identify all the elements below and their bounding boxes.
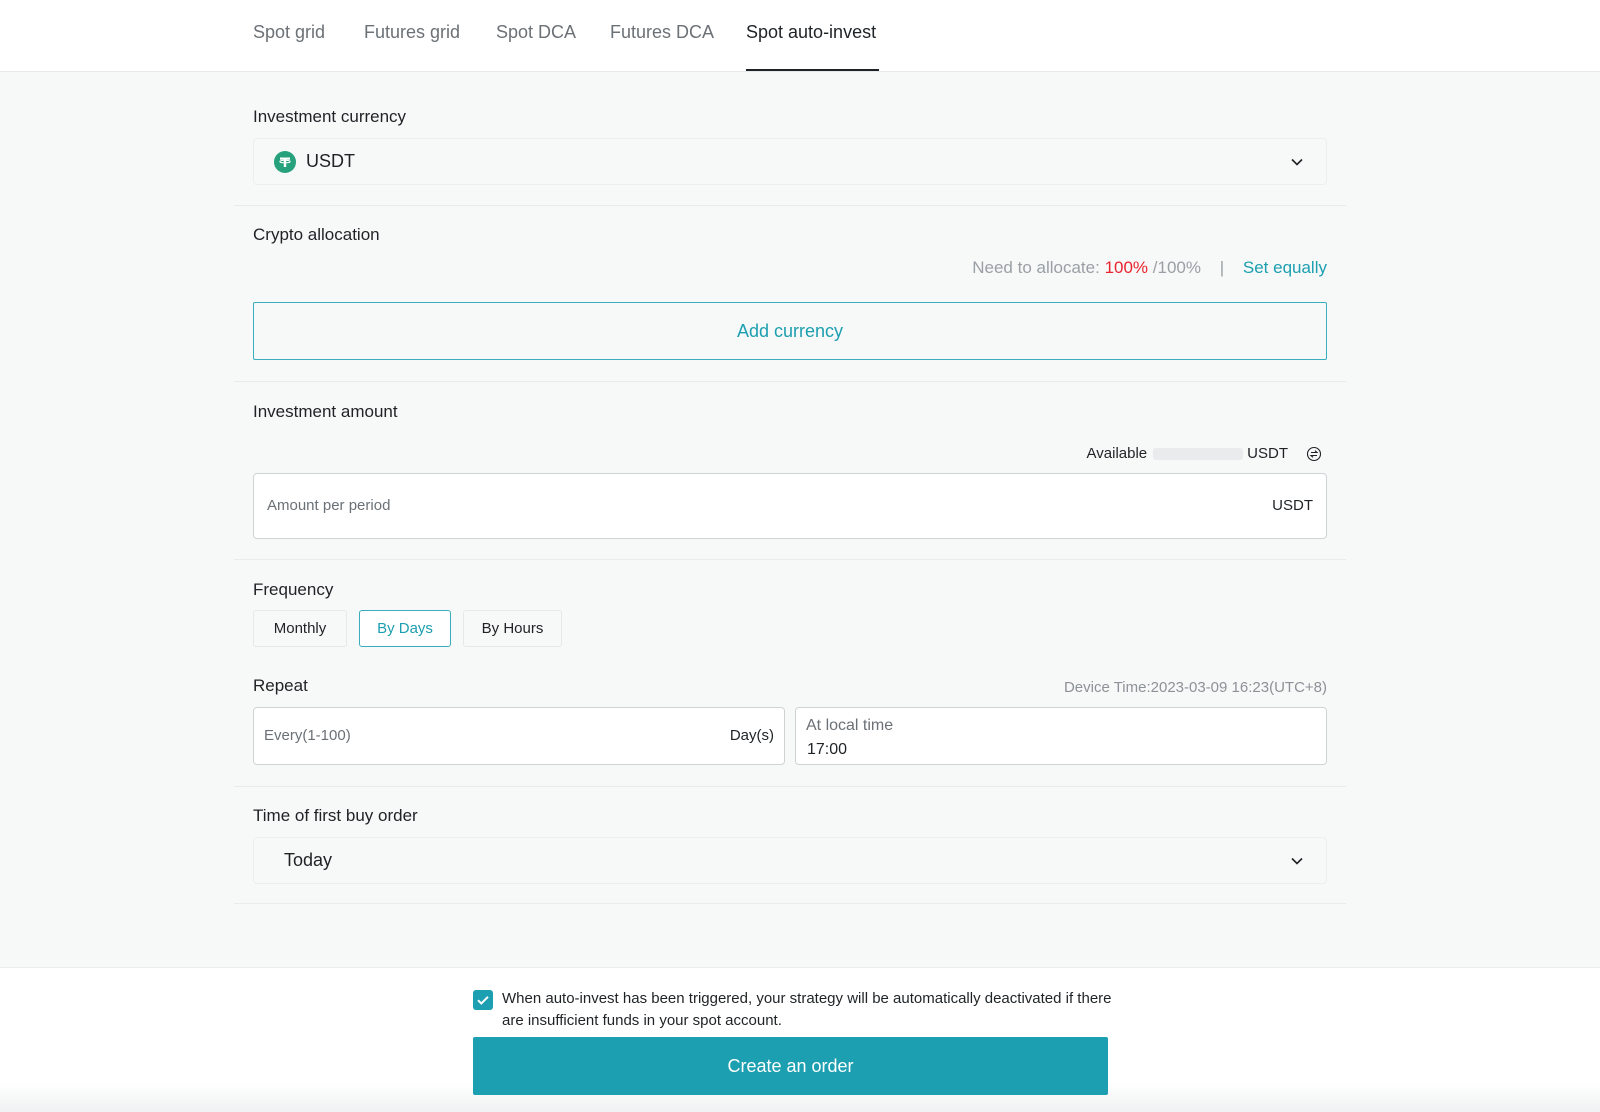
available-label: Available	[1086, 445, 1148, 462]
chevron-down-icon	[1291, 857, 1303, 865]
tab-spot-auto-invest[interactable]: Spot auto-invest	[746, 22, 876, 43]
auto-deactivate-checkbox[interactable]	[473, 990, 493, 1010]
total-percent: /100%	[1152, 258, 1201, 277]
first-buy-selected: Today	[284, 850, 333, 870]
selected-currency: USDT	[306, 151, 355, 171]
first-buy-label: Time of first buy order	[253, 806, 418, 825]
auto-deactivate-notice: When auto-invest has been triggered, you…	[502, 990, 1112, 1029]
allocated-percent: 100%	[1104, 258, 1149, 277]
investment-amount-label: Investment amount	[253, 402, 398, 421]
tab-spot-grid[interactable]: Spot grid	[253, 22, 325, 43]
frequency-label: Frequency	[253, 580, 334, 599]
divider	[234, 786, 1346, 787]
divider	[234, 205, 1346, 206]
local-time-value: 17:00	[807, 741, 848, 758]
repeat-every-input[interactable]: Every(1-100) Day(s)	[253, 707, 785, 765]
crypto-allocation-label: Crypto allocation	[253, 225, 380, 244]
investment-currency-select[interactable]: USDT	[253, 138, 1327, 185]
first-buy-select[interactable]: Today	[253, 837, 1327, 884]
active-tab-indicator	[746, 69, 879, 71]
available-unit: USDT	[1247, 445, 1288, 462]
amount-placeholder: Amount per period	[267, 497, 391, 514]
tab-futures-dca[interactable]: Futures DCA	[610, 22, 714, 43]
every-placeholder: Every(1-100)	[264, 727, 351, 744]
tab-futures-grid[interactable]: Futures grid	[364, 22, 460, 43]
swap-icon[interactable]	[1306, 446, 1322, 462]
need-to-allocate-label: Need to allocate:	[972, 258, 1100, 277]
frequency-by-hours-button[interactable]: By Hours	[463, 610, 562, 647]
create-order-button[interactable]: Create an order	[473, 1037, 1108, 1095]
allocation-status: Need to allocate: 100% /100% | Set equal…	[972, 258, 1327, 278]
separator: |	[1219, 258, 1225, 277]
amount-per-period-input[interactable]: Amount per period USDT	[253, 473, 1327, 539]
frequency-by-days-button[interactable]: By Days	[359, 610, 451, 647]
local-time-label: At local time	[806, 717, 894, 734]
investment-currency-label: Investment currency	[253, 107, 407, 126]
amount-unit: USDT	[1272, 497, 1313, 514]
divider	[234, 381, 1346, 382]
divider	[234, 903, 1346, 904]
hidden-balance	[1153, 448, 1244, 461]
every-unit: Day(s)	[729, 727, 774, 744]
tether-icon	[274, 151, 296, 173]
device-time: Device Time:2023-03-09 16:23(UTC+8)	[1063, 679, 1327, 696]
available-balance: Available USDT	[1087, 445, 1288, 462]
repeat-label: Repeat	[253, 676, 308, 695]
tab-spot-dca[interactable]: Spot DCA	[496, 22, 576, 43]
checkmark-icon	[477, 996, 489, 1005]
divider	[234, 559, 1346, 560]
set-equally-link[interactable]: Set equally	[1243, 258, 1327, 277]
add-currency-button[interactable]: Add currency	[253, 302, 1327, 360]
chevron-down-icon	[1291, 158, 1303, 166]
strategy-tabs: Spot grid Futures grid Spot DCA Futures …	[0, 0, 1600, 72]
local-time-input[interactable]: At local time 17:00	[795, 707, 1327, 765]
frequency-monthly-button[interactable]: Monthly	[253, 610, 347, 647]
